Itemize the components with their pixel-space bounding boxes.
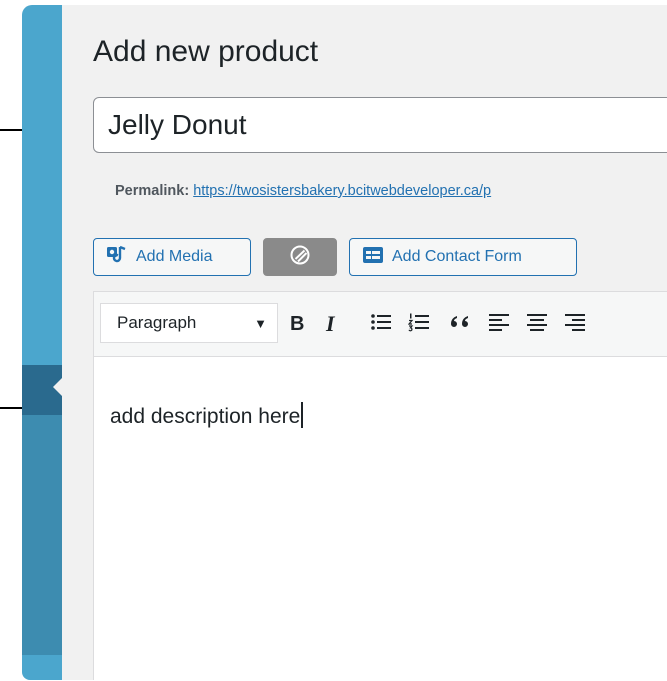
- permalink-link[interactable]: https://twosistersbakery.bcitwebdevelope…: [193, 183, 491, 199]
- caret-down-icon: ▼: [254, 316, 267, 331]
- product-title-input[interactable]: [93, 97, 667, 153]
- add-media-icon: [106, 245, 128, 270]
- add-contact-form-label: Add Contact Form: [392, 248, 522, 265]
- italic-button[interactable]: I: [326, 310, 335, 338]
- align-left-button[interactable]: [488, 310, 510, 338]
- numbered-list-icon: [407, 312, 430, 337]
- numbered-list-button[interactable]: [407, 310, 430, 338]
- content-editor: Paragraph ▼ B I add description here: [93, 291, 667, 680]
- blockquote-button[interactable]: [448, 310, 470, 338]
- format-select-value: Paragraph: [117, 313, 197, 332]
- align-right-icon: [564, 312, 586, 337]
- bullet-list-button[interactable]: [370, 310, 392, 338]
- permalink: Permalink: https://twosistersbakery.bcit…: [115, 183, 491, 199]
- bullet-list-icon: [370, 312, 392, 337]
- editor-content[interactable]: add description here: [110, 402, 303, 429]
- text-cursor: [301, 402, 303, 428]
- admin-window: Add new product Permalink: https://twosi…: [22, 5, 667, 680]
- toggle-button[interactable]: [263, 238, 337, 276]
- main-content: Add new product Permalink: https://twosi…: [62, 5, 667, 680]
- contact-form-icon: [362, 246, 384, 269]
- bold-button[interactable]: B: [290, 310, 304, 338]
- add-media-button[interactable]: Add Media: [93, 238, 251, 276]
- permalink-label: Permalink:: [115, 183, 190, 199]
- page-title: Add new product: [93, 35, 319, 68]
- admin-sidebar: [22, 5, 63, 680]
- align-right-button[interactable]: [564, 310, 586, 338]
- add-contact-form-button[interactable]: Add Contact Form: [349, 238, 577, 276]
- format-select[interactable]: Paragraph ▼: [100, 303, 278, 343]
- align-center-button[interactable]: [526, 310, 548, 338]
- editor-text: add description here: [110, 405, 301, 428]
- align-left-icon: [488, 312, 510, 337]
- blockquote-icon: [448, 313, 470, 336]
- toggle-icon: [288, 243, 312, 272]
- align-center-icon: [526, 312, 548, 337]
- add-media-label: Add Media: [136, 248, 213, 265]
- editor-toolbar: Paragraph ▼ B I: [94, 292, 667, 357]
